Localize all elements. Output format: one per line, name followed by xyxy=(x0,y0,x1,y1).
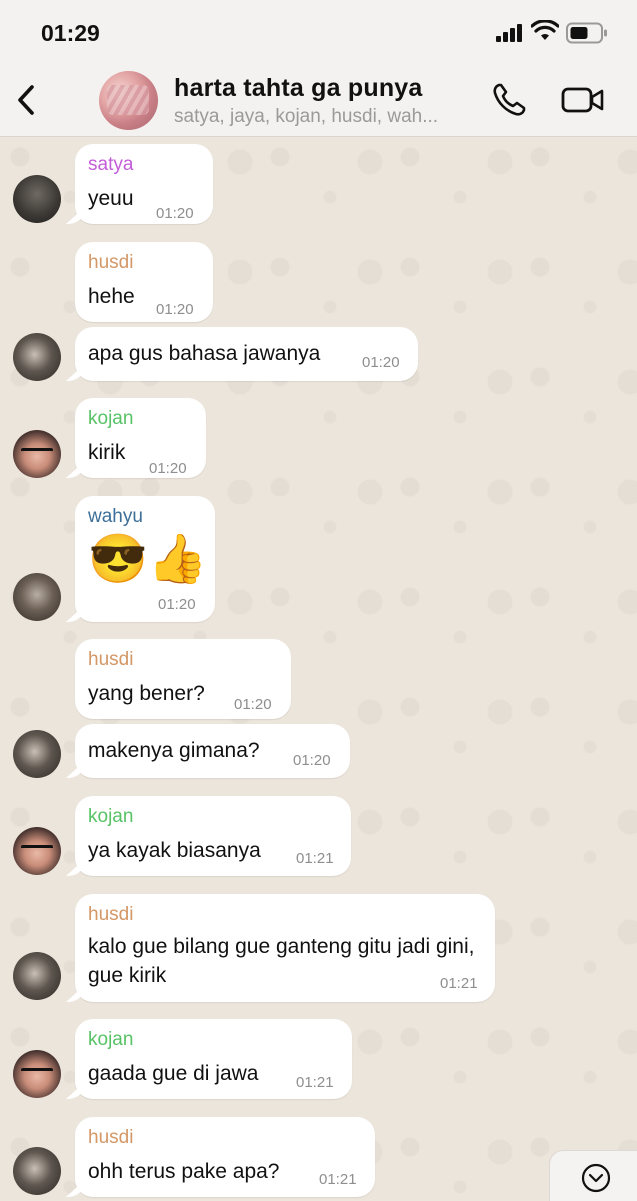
status-time: 01:29 xyxy=(41,20,100,46)
battery-icon xyxy=(566,22,607,44)
avatar-kojan[interactable] xyxy=(13,827,61,875)
group-avatar[interactable] xyxy=(99,71,158,130)
message-bubble[interactable]: husdi ohh terus pake apa? 01:21 xyxy=(75,1117,375,1197)
message-sender: kojan xyxy=(88,408,134,429)
avatar-husdi[interactable] xyxy=(13,952,61,1000)
message-text: yang bener? xyxy=(88,682,205,705)
message-sender: satya xyxy=(88,154,134,175)
message-text: hehe xyxy=(88,285,135,308)
chevron-down-circle-icon xyxy=(581,1163,611,1193)
message-sender: husdi xyxy=(88,904,134,925)
message-text: kirik xyxy=(88,441,126,464)
status-bar: 01:29 xyxy=(0,0,637,66)
message-time: 01:21 xyxy=(296,1074,334,1091)
message-bubble[interactable]: kojan gaada gue di jawa 01:21 xyxy=(75,1019,352,1099)
message-time: 01:21 xyxy=(440,975,478,992)
message-time: 01:20 xyxy=(234,696,272,713)
chat-title[interactable]: harta tahta ga punya xyxy=(174,74,423,103)
message-sender: kojan xyxy=(88,806,134,827)
chat-header: harta tahta ga punya satya, jaya, kojan,… xyxy=(0,66,637,137)
chat-area[interactable]: satya yeuu 01:20 husdi hehe 01:20 apa gu… xyxy=(0,137,637,1200)
message-text: apa gus bahasa jawanya xyxy=(88,342,321,365)
message-time: 01:20 xyxy=(149,460,187,477)
message-sender: husdi xyxy=(88,649,134,670)
avatar-husdi[interactable] xyxy=(13,333,61,381)
message-time: 01:21 xyxy=(296,850,334,867)
message-sender: husdi xyxy=(88,1127,134,1148)
message-emoji: 😎👍 xyxy=(88,533,208,586)
message-bubble[interactable]: makenya gimana? 01:20 xyxy=(75,724,350,778)
message-time: 01:20 xyxy=(362,354,400,371)
message-bubble[interactable]: husdi yang bener? 01:20 xyxy=(75,639,291,719)
message-bubble[interactable]: husdi kalo gue bilang gue ganteng gitu j… xyxy=(75,894,495,1002)
message-sender: husdi xyxy=(88,252,134,273)
message-bubble[interactable]: apa gus bahasa jawanya 01:20 xyxy=(75,327,418,381)
message-text: yeuu xyxy=(88,187,134,210)
message-time: 01:21 xyxy=(319,1171,357,1188)
avatar-wahyu[interactable] xyxy=(13,573,61,621)
message-time: 01:20 xyxy=(293,752,331,769)
avatar-husdi[interactable] xyxy=(13,730,61,778)
scroll-to-bottom-button[interactable] xyxy=(549,1150,637,1201)
video-call-icon[interactable] xyxy=(561,86,605,114)
message-bubble[interactable]: husdi hehe 01:20 xyxy=(75,242,213,322)
message-text: makenya gimana? xyxy=(88,739,260,762)
message-bubble[interactable]: wahyu 😎👍 01:20 xyxy=(75,496,215,622)
avatar-kojan[interactable] xyxy=(13,430,61,478)
message-text: ya kayak biasanya xyxy=(88,839,261,862)
avatar-kojan[interactable] xyxy=(13,1050,61,1098)
message-bubble[interactable]: kojan ya kayak biasanya 01:21 xyxy=(75,796,351,876)
message-time: 01:20 xyxy=(158,596,196,613)
message-bubble[interactable]: satya yeuu 01:20 xyxy=(75,144,213,224)
message-time: 01:20 xyxy=(156,301,194,318)
message-bubble[interactable]: kojan kirik 01:20 xyxy=(75,398,206,478)
avatar-satya[interactable] xyxy=(13,175,61,223)
message-text: gaada gue di jawa xyxy=(88,1062,259,1085)
phone-call-icon[interactable] xyxy=(491,82,527,118)
message-sender: kojan xyxy=(88,1029,134,1050)
message-text: ohh terus pake apa? xyxy=(88,1160,280,1183)
avatar-husdi[interactable] xyxy=(13,1147,61,1195)
back-chevron-icon[interactable] xyxy=(12,82,42,118)
message-sender: wahyu xyxy=(88,506,143,527)
signal-icon xyxy=(496,24,522,42)
message-time: 01:20 xyxy=(156,205,194,222)
chat-participants[interactable]: satya, jaya, kojan, husdi, wah... xyxy=(174,106,474,128)
message-text: kalo gue bilang gue ganteng gitu jadi gi… xyxy=(88,935,475,987)
wifi-icon xyxy=(531,20,559,40)
